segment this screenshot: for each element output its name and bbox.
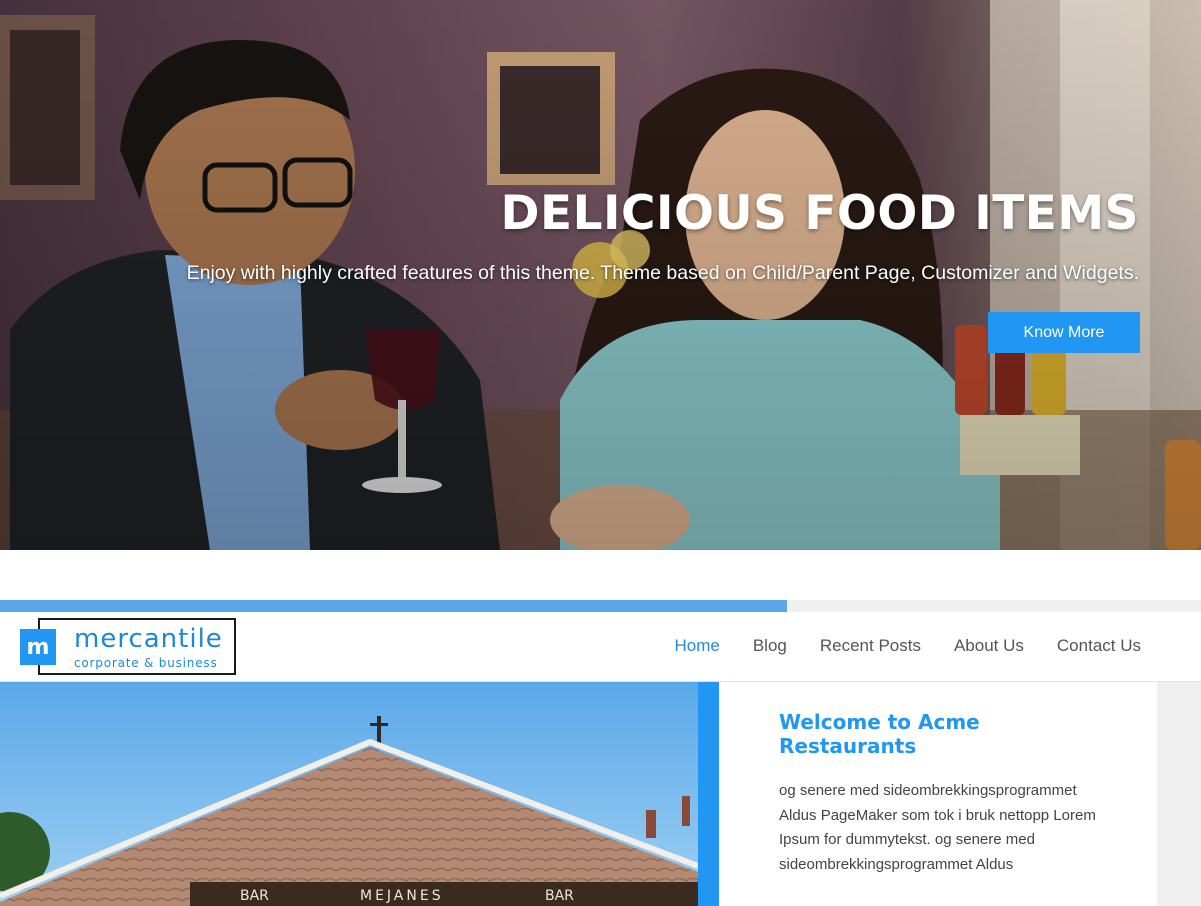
nav-item-about-us[interactable]: About Us bbox=[954, 636, 1024, 656]
sign-bar-left: BAR bbox=[240, 888, 269, 904]
site-header: m mercantile corporate & business Home B… bbox=[0, 612, 1201, 682]
nav-item-home[interactable]: Home bbox=[674, 636, 719, 656]
welcome-body: og senere med sideombrekkingsprogrammet … bbox=[779, 782, 1096, 873]
logo-tagline: corporate & business bbox=[74, 656, 218, 670]
logo-name: mercantile bbox=[74, 624, 223, 654]
site-logo[interactable]: m mercantile corporate & business bbox=[20, 618, 236, 675]
hero-title: DELICIOUS FOOD ITEMS bbox=[500, 186, 1139, 241]
welcome-title: Welcome to Acme Restaurants bbox=[779, 710, 980, 758]
scroll-progress-fill bbox=[0, 600, 787, 612]
know-more-button[interactable]: Know More bbox=[988, 312, 1140, 353]
hero-banner: DELICIOUS FOOD ITEMS Enjoy with highly c… bbox=[0, 0, 1201, 550]
welcome-accent-bar bbox=[698, 682, 719, 906]
restaurant-photo: BAR MEJANES BAR bbox=[0, 682, 698, 906]
nav-item-blog[interactable]: Blog bbox=[753, 636, 787, 656]
restaurant-building-image: BAR MEJANES BAR bbox=[0, 682, 698, 906]
nav-item-recent-posts[interactable]: Recent Posts bbox=[820, 636, 921, 656]
main-navigation: Home Blog Recent Posts About Us Contact … bbox=[674, 612, 1141, 680]
welcome-section: BAR MEJANES BAR Welcome to Acme Restaura… bbox=[0, 682, 1201, 906]
nav-item-contact-us[interactable]: Contact Us bbox=[1057, 636, 1141, 656]
welcome-panel: Welcome to Acme Restaurants og senere me… bbox=[719, 682, 1157, 906]
scroll-progress-bar bbox=[0, 600, 1201, 612]
logo-mark-icon: m bbox=[20, 629, 56, 665]
sign-mejanes: MEJANES bbox=[360, 888, 444, 904]
hero-subtitle: Enjoy with highly crafted features of th… bbox=[186, 262, 1139, 284]
sign-bar-right: BAR bbox=[545, 888, 574, 904]
right-gutter bbox=[1157, 682, 1201, 906]
